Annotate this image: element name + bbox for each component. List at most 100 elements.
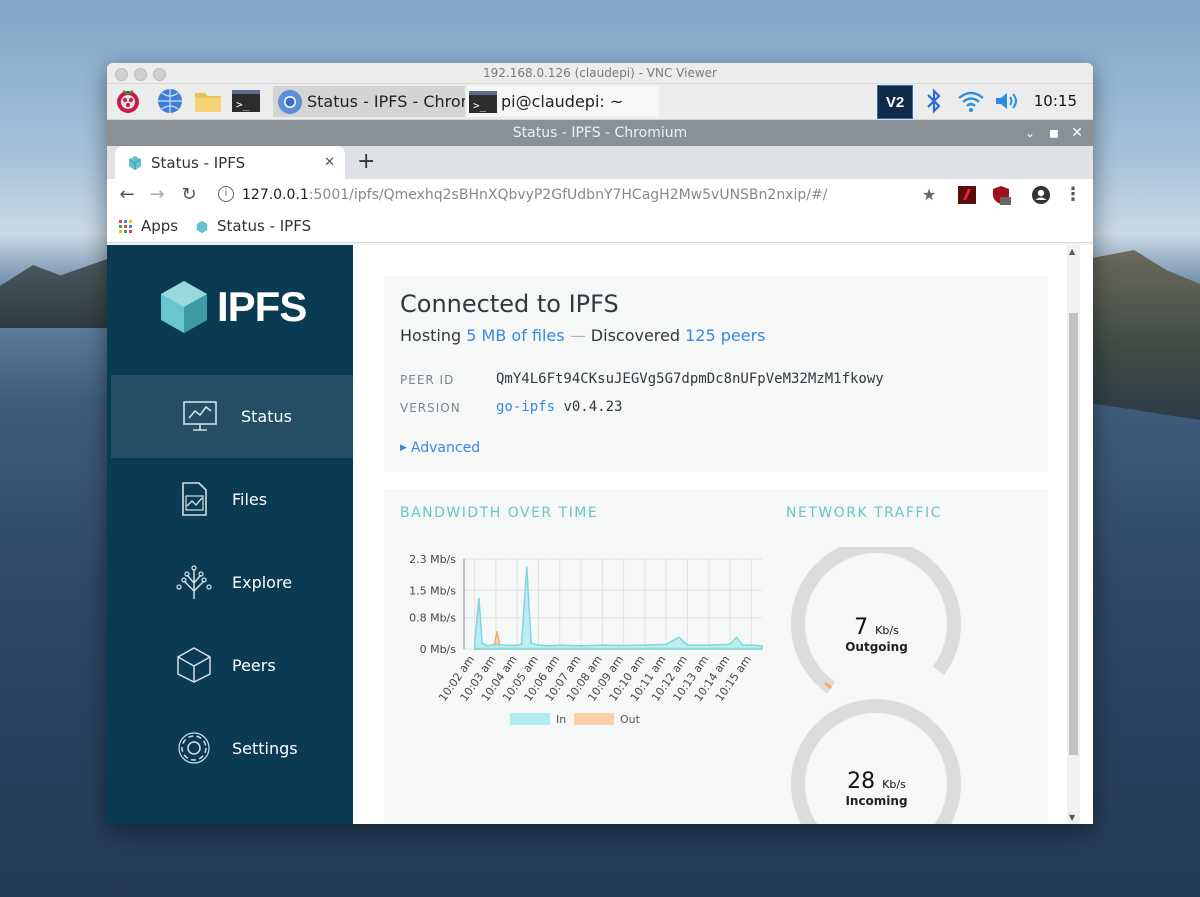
minimize-dot[interactable] [134,68,147,81]
ublock-shield-icon[interactable] [989,183,1013,207]
account-icon[interactable] [1029,183,1053,207]
incoming-value: 28 Kb/s [824,769,929,794]
peers-link[interactable]: 125 peers [685,326,765,345]
volume-icon[interactable] [992,87,1022,115]
close-icon[interactable]: ✕ [1071,120,1083,146]
tab-strip: Status - IPFS ✕ + [107,146,1093,179]
menu-kebab-icon[interactable]: ⋮ [1061,183,1085,207]
sidebar: IPFS Status Files Explore Peers Settings [107,245,353,824]
outgoing-number: 7 [854,615,869,640]
bluetooth-icon[interactable] [919,87,949,115]
bookmark-label: Apps [141,217,179,235]
scroll-down-arrow-icon[interactable]: ▼ [1069,813,1075,822]
scroll-up-arrow-icon[interactable]: ▲ [1069,247,1075,256]
vnc-titlebar: 192.168.0.126 (claudepi) - VNC Viewer [107,63,1093,84]
files-link[interactable]: 5 MB of files [466,326,564,345]
taskbar-task-label: pi@claudepi: ~ [501,92,624,111]
sidebar-item-label: Settings [232,739,298,758]
info-icon[interactable]: i [218,186,234,202]
main-content: Connected to IPFS Hosting 5 MB of files … [353,245,1080,824]
taskbar-chromium-task[interactable]: Status - IPFS - Chrom... [273,86,465,117]
raspberry-menu-icon[interactable] [113,87,143,115]
bookmark-status-ipfs[interactable]: Status - IPFS [195,211,311,242]
sidebar-item-files[interactable]: Files [107,458,353,541]
legend-label-out: Out [620,713,641,726]
chromium-icon [277,89,303,115]
legend-swatch-in [510,713,550,725]
legend-swatch-out [574,713,614,725]
bookmark-star-icon[interactable]: ★ [917,183,941,207]
new-tab-button[interactable]: + [357,148,375,176]
back-arrow-icon[interactable]: ← [115,183,139,207]
version-link[interactable]: go-ipfs [496,399,555,415]
terminal-launcher-icon[interactable]: >_ [231,87,261,115]
taskbar-terminal-task[interactable]: >_ pi@claudepi: ~ [467,86,659,117]
connection-card: Connected to IPFS Hosting 5 MB of files … [384,276,1048,472]
advanced-toggle[interactable]: ▶ Advanced [400,440,480,456]
status-monitor-icon [183,401,217,431]
browser-toolbar: ← → ↻ i 127.0.0.1:5001/ipfs/Qmexhq2sBHnXQ… [107,179,1093,211]
sidebar-item-label: Peers [232,656,276,675]
sidebar-item-settings[interactable]: Settings [107,707,353,790]
svg-text:>_: >_ [236,98,250,111]
incoming-label: Incoming [845,794,908,808]
settings-gear-icon [178,732,210,764]
bookmark-apps[interactable]: Apps [119,211,178,242]
separator: — [569,326,586,345]
sidebar-item-peers[interactable]: Peers [107,624,353,707]
url-host: 127.0.0.1 [242,187,309,203]
y-tick-label: 1.5 Mb/s [409,584,456,597]
outgoing-value: 7 Kb/s [824,615,929,640]
vnc-server-icon[interactable]: V2 [877,85,913,119]
wifi-icon[interactable] [956,87,986,115]
vnc-viewer-window: 192.168.0.126 (claudepi) - VNC Viewer >_… [107,63,1093,824]
page-scrollbar[interactable]: ▲ ▼ [1067,245,1080,824]
bookmark-label: Status - IPFS [217,217,312,235]
files-icon [182,482,207,516]
tab-label: Status - IPFS [151,153,246,172]
tab-close-icon[interactable]: ✕ [324,155,335,170]
scroll-thumb[interactable] [1069,313,1078,755]
reload-icon[interactable]: ↻ [177,183,201,207]
peer-id-label: PEER ID [400,373,455,387]
ipfs-cube-logo-icon [161,281,207,333]
incoming-unit: Kb/s [882,778,906,791]
sidebar-item-status[interactable]: Status [111,375,353,458]
maximize-icon[interactable]: ◼ [1049,120,1059,146]
web-browser-globe-icon[interactable] [155,87,185,115]
chevron-down-icon[interactable]: ⌄ [1025,120,1035,146]
taskbar-task-label: Status - IPFS - Chrom... [307,92,465,111]
y-tick-label: 0 Mb/s [420,643,457,656]
taskbar: >_ Status - IPFS - Chrom... >_ pi@claude… [107,84,1093,120]
tab-status-ipfs[interactable]: Status - IPFS ✕ [115,146,345,179]
y-tick-label: 2.3 Mb/s [409,553,456,566]
peer-id-value: QmY4L6Ft94CKsuJEGVg5G7dpmDc8nUFpVeM32MzM… [496,371,884,387]
ipfs-logo: IPFS [159,279,307,335]
file-manager-folder-icon[interactable] [193,87,223,115]
hosting-summary: Hosting 5 MB of files — Discovered 125 p… [400,326,766,345]
clock[interactable]: 10:15 [1034,84,1077,119]
sidebar-item-label: Files [232,490,268,509]
outgoing-label: Outgoing [845,640,908,654]
advanced-label: Advanced [410,440,481,456]
ipfs-webui: IPFS Status Files Explore Peers Settings… [107,245,1093,824]
y-tick-label: 0.8 Mb/s [409,612,456,625]
close-dot[interactable] [115,68,128,81]
sidebar-item-label: Status [241,407,292,426]
sidebar-item-explore[interactable]: Explore [107,541,353,624]
forward-arrow-icon[interactable]: → [145,183,169,207]
svg-text:>_: >_ [473,99,487,112]
url-path: :5001/ipfs/Qmexhq2sBHnXQbvyP2GfUdbnY7HCa… [308,187,828,203]
bandwidth-card: BANDWIDTH OVER TIME NETWORK TRAFFIC 2.3 … [384,489,1048,824]
logo-text: IPFS [217,283,307,330]
bookmarks-bar: Apps Status - IPFS [107,211,1093,243]
zoom-dot[interactable] [153,68,166,81]
sidebar-item-label: Explore [232,573,293,592]
extension-red-icon[interactable] [955,183,979,207]
triangle-right-icon: ▶ [400,443,407,453]
apps-grid-icon [119,219,133,234]
version-number: v0.4.23 [563,399,623,415]
traffic-title: NETWORK TRAFFIC [786,505,942,521]
vnc-title: 192.168.0.126 (claudepi) - VNC Viewer [483,66,717,80]
address-bar[interactable]: i 127.0.0.1:5001/ipfs/Qmexhq2sBHnXQbvyP2G… [210,182,938,208]
